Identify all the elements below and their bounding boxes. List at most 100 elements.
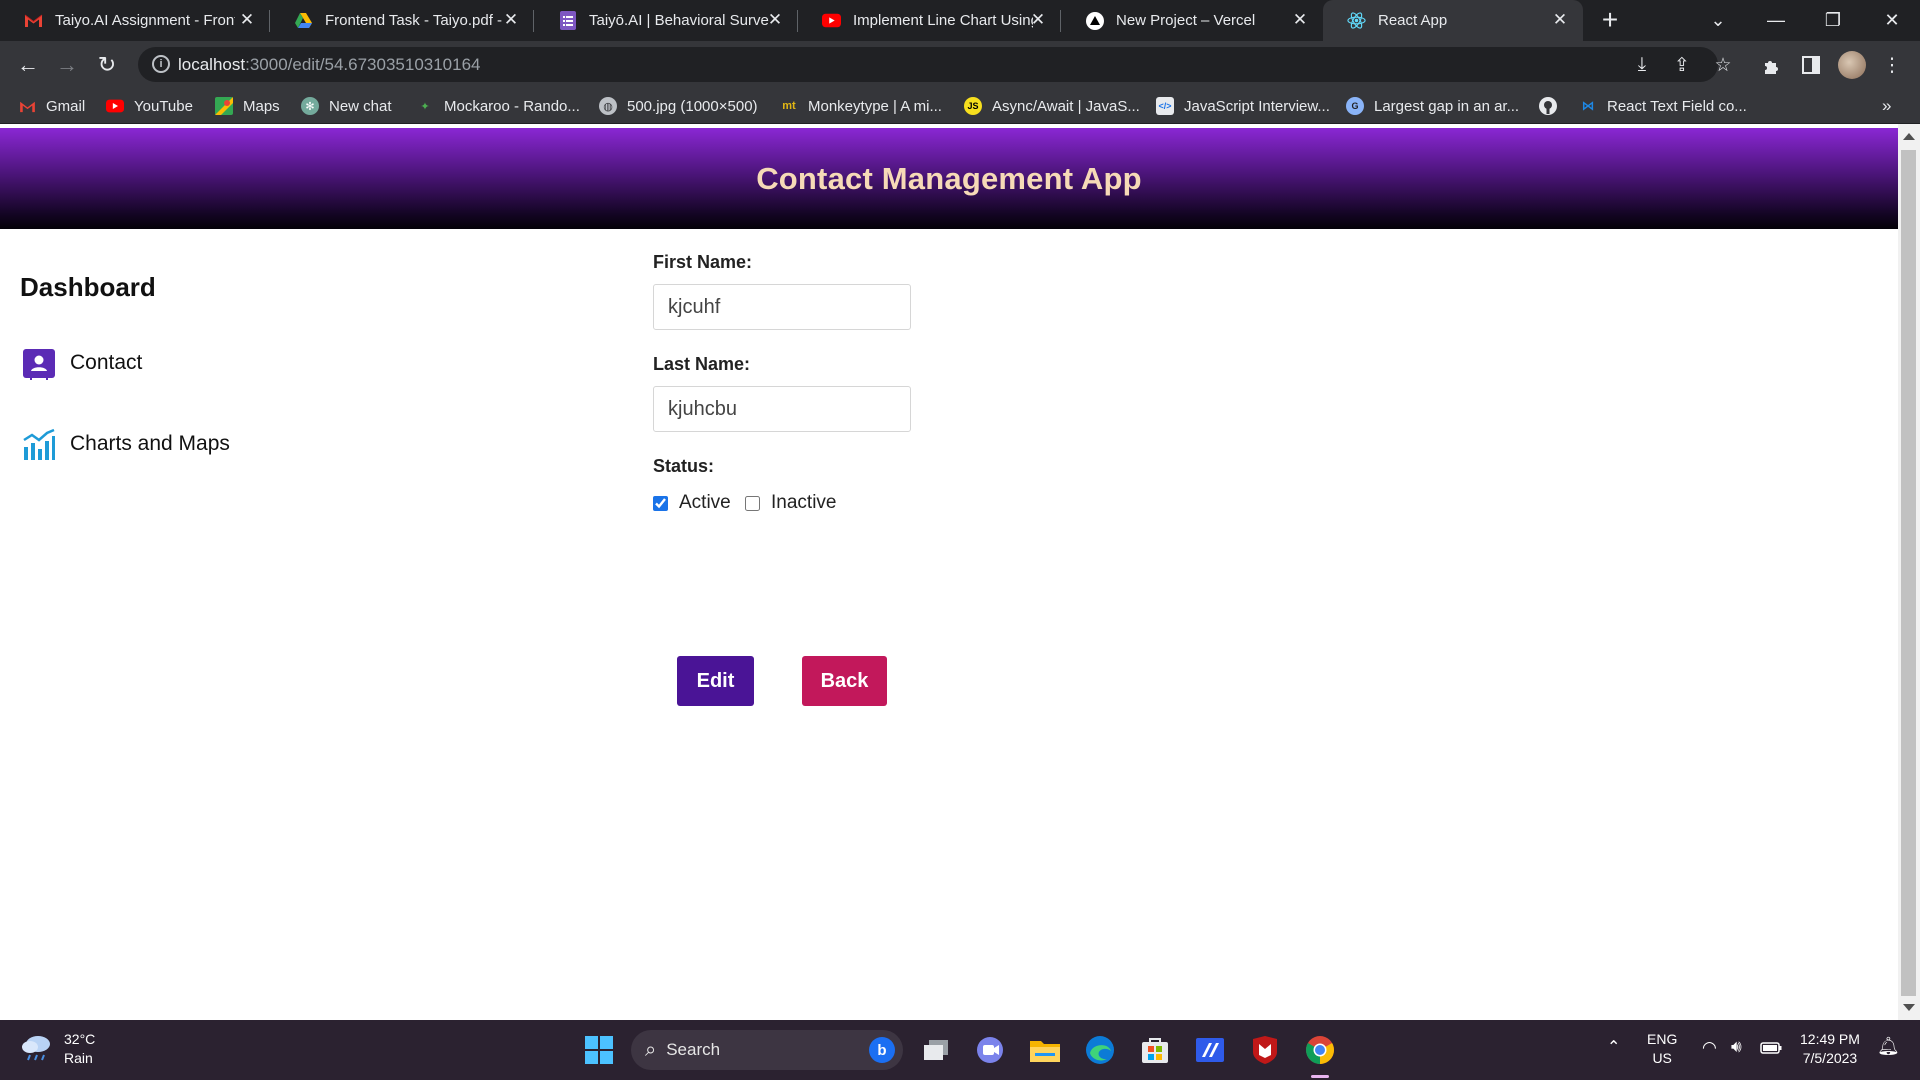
bing-icon: b — [869, 1037, 895, 1063]
gmail-icon — [18, 97, 36, 115]
scroll-down-icon[interactable] — [1903, 1004, 1915, 1011]
windows-start-icon[interactable] — [581, 1032, 617, 1068]
bookmark-item[interactable]: JS Async/Await | JavaS... — [964, 95, 1140, 117]
youtube-icon — [822, 11, 841, 30]
bookmark-item[interactable]: ⋈ React Text Field co... — [1579, 95, 1747, 117]
close-icon[interactable]: ✕ — [238, 11, 256, 29]
bookmark-star-icon[interactable]: ☆ — [1709, 51, 1737, 79]
youtube-icon — [106, 97, 124, 115]
teams-chat-icon[interactable] — [972, 1032, 1008, 1068]
sidebar-item-charts-and-maps[interactable]: Charts and Maps — [22, 427, 230, 461]
battery-icon[interactable] — [1760, 1040, 1782, 1059]
close-icon[interactable]: ✕ — [1291, 11, 1309, 29]
chrome-icon[interactable] — [1302, 1032, 1338, 1068]
bookmark-label: Mockaroo - Rando... — [444, 97, 580, 115]
minimize-button[interactable]: — — [1748, 0, 1804, 41]
bookmark-item[interactable]: Gmail — [18, 95, 85, 117]
weather-widget[interactable]: 32°C Rain — [20, 1030, 95, 1068]
rain-cloud-icon — [20, 1032, 54, 1067]
restore-button[interactable]: ❐ — [1805, 0, 1861, 41]
mockaroo-icon: ✦ — [420, 100, 430, 113]
sidebar-heading: Dashboard — [20, 272, 156, 302]
notification-bell-icon[interactable]: 🔔︎ — [1877, 1037, 1900, 1056]
status-active-option[interactable]: Active — [653, 492, 731, 514]
browser-tab[interactable]: Taiyo.AI Assignment - Front ✕ — [0, 0, 270, 41]
microsoft-store-icon[interactable] — [1137, 1032, 1173, 1068]
close-icon[interactable]: ✕ — [502, 11, 520, 29]
vercel-icon — [1085, 11, 1104, 30]
taskbar-search[interactable]: ⌕ Search b — [631, 1030, 903, 1070]
browser-tab[interactable]: Implement Line Chart Using ✕ — [798, 0, 1061, 41]
task-view-icon[interactable] — [918, 1032, 954, 1068]
tab-title: React App — [1378, 12, 1448, 29]
contact-icon — [22, 346, 56, 380]
close-icon[interactable]: ✕ — [766, 11, 784, 29]
app-title: Contact Management App — [756, 160, 1142, 196]
url-text[interactable]: localhost:3000/edit/54.67303510310164 — [178, 55, 481, 75]
show-hidden-icons[interactable]: ⌃ — [1607, 1038, 1620, 1057]
vscode-like-app-icon[interactable] — [1192, 1032, 1228, 1068]
tab-search-icon[interactable]: ⌄ — [1690, 0, 1746, 41]
bookmark-item[interactable]: </> JavaScript Interview... — [1156, 95, 1330, 117]
bookmark-item[interactable]: mt Monkeytype | A mi... — [780, 95, 942, 117]
more-bookmarks-icon[interactable]: » — [1882, 96, 1891, 116]
bookmark-label: New chat — [329, 97, 392, 115]
close-icon[interactable]: ✕ — [1029, 11, 1047, 29]
share-icon[interactable]: ⇪ — [1668, 51, 1696, 79]
react-icon — [1347, 11, 1366, 30]
bookmark-item[interactable]: G Largest gap in an ar... — [1346, 95, 1519, 117]
site-info-icon[interactable]: i — [152, 55, 170, 73]
new-tab-button[interactable]: + — [1596, 6, 1624, 35]
bookmark-item[interactable]: ✦ Mockaroo - Rando... — [416, 95, 580, 117]
sidebar-item-contact[interactable]: Contact — [22, 346, 142, 380]
browser-tab-active[interactable]: React App ✕ — [1323, 0, 1583, 41]
close-window-button[interactable]: ✕ — [1864, 0, 1920, 41]
bookmark-item[interactable]: ◍ 500.jpg (1000×500) — [599, 95, 758, 117]
scrollbar-thumb[interactable] — [1901, 150, 1916, 996]
mcafee-icon[interactable] — [1247, 1032, 1283, 1068]
github-icon — [1539, 97, 1557, 115]
close-icon[interactable]: ✕ — [1551, 11, 1569, 29]
extensions-icon[interactable] — [1758, 51, 1786, 79]
back-button[interactable]: Back — [802, 656, 887, 706]
reload-icon[interactable]: ↻ — [91, 49, 123, 81]
side-panel-icon[interactable] — [1797, 51, 1825, 79]
bookmark-item[interactable]: ✻ New chat — [301, 95, 392, 117]
bookmark-label: 500.jpg (1000×500) — [627, 97, 758, 115]
last-name-input[interactable] — [653, 386, 911, 432]
browser-tab[interactable]: Taiyō.AI | Behavioral Survey ✕ — [534, 0, 798, 41]
clock-date: 7/5/2023 — [1802, 1050, 1858, 1066]
bookmark-item[interactable]: YouTube — [106, 95, 193, 117]
bookmark-item[interactable] — [1539, 95, 1567, 117]
clock[interactable]: 12:49 PM 7/5/2023 — [1800, 1030, 1860, 1068]
first-name-input[interactable] — [653, 284, 911, 330]
bookmark-label: React Text Field co... — [1607, 97, 1747, 115]
bookmark-item[interactable]: Maps — [215, 95, 280, 117]
file-explorer-icon[interactable] — [1027, 1032, 1063, 1068]
gmail-icon — [24, 11, 43, 30]
url-path: :3000/edit/54.67303510310164 — [245, 55, 481, 74]
tab-title: New Project – Vercel — [1116, 12, 1256, 29]
status-inactive-checkbox[interactable] — [745, 495, 760, 511]
volume-icon[interactable]: 🔊︎ — [1731, 1037, 1742, 1056]
menu-kebab-icon[interactable]: ⋮ — [1878, 51, 1906, 79]
browser-tab[interactable]: New Project – Vercel ✕ — [1061, 0, 1323, 41]
edge-icon[interactable] — [1082, 1032, 1118, 1068]
search-icon: ⌕ — [645, 1038, 657, 1061]
status-inactive-option[interactable]: Inactive — [745, 492, 836, 514]
browser-tab[interactable]: Frontend Task - Taiyo.pdf - G ✕ — [270, 0, 534, 41]
status-active-checkbox[interactable] — [653, 495, 668, 511]
forward-icon[interactable]: → — [51, 49, 83, 81]
bookmarks-bar: Gmail YouTube Maps ✻ New chat ✦ Mockaroo… — [0, 88, 1920, 124]
edit-button[interactable]: Edit — [677, 656, 754, 706]
profile-avatar[interactable] — [1838, 51, 1866, 79]
tab-title: Taiyo.AI Assignment - Front — [55, 12, 235, 29]
back-icon[interactable]: ← — [12, 49, 44, 81]
address-bar[interactable]: i localhost:3000/edit/54.67303510310164 — [138, 47, 1718, 82]
scroll-up-icon[interactable] — [1903, 133, 1915, 140]
install-app-icon[interactable]: ⤓ — [1628, 51, 1656, 79]
language-indicator[interactable]: ENG US — [1647, 1030, 1677, 1068]
wifi-icon[interactable]: ◠ — [1702, 1038, 1717, 1057]
page-scrollbar[interactable] — [1898, 124, 1920, 1020]
status-active-label: Active — [679, 492, 731, 513]
